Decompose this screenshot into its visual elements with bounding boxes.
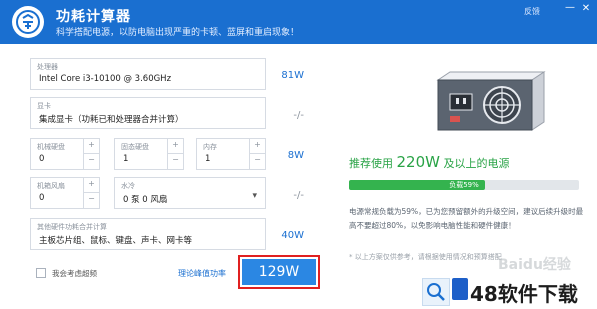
other-hardware-value: 主板芯片组、鼠标、键盘、声卡、网卡等 (39, 236, 193, 246)
total-power-value: 129W (242, 259, 316, 285)
baidu-watermark: Baidu经验 (498, 257, 571, 273)
fan-increment-button[interactable]: + (84, 178, 99, 193)
ram-value: 1 (205, 154, 211, 164)
search-button[interactable] (422, 278, 450, 306)
fan-spinner: + − (83, 178, 99, 208)
app-logo-icon (12, 6, 44, 38)
ssd-increment-button[interactable]: + (168, 139, 183, 154)
water-cooling-value: 0 泵 0 风扇 (123, 195, 168, 205)
dropdown-arrow-icon: ▾ (252, 191, 257, 201)
ram-increment-button[interactable]: + (250, 139, 265, 154)
ram-stepper[interactable]: 内存 1 + − (196, 138, 266, 170)
ssd-label: 固态硬盘 (121, 143, 149, 151)
overclock-label: 我会考虑超频 (52, 269, 97, 278)
advice-text: 电源常规负载为59%，已为您预留额外的升级空间，建议后续升级时最高不要超过80%… (349, 207, 584, 230)
cpu-label: 处理器 (37, 63, 58, 71)
load-progress-bar: 负载59% (349, 180, 579, 190)
search-icon (427, 283, 445, 301)
fan-stepper[interactable]: 机箱风扇 0 + − (30, 177, 100, 209)
ssd-decrement-button[interactable]: − (168, 154, 183, 169)
ssd-stepper[interactable]: 固态硬盘 1 + − (114, 138, 184, 170)
hdd-label: 机械硬盘 (37, 143, 65, 151)
app-subtitle: 科学搭配电源，以防电脑出现严重的卡顿、蓝屏和重启现象！ (56, 28, 300, 38)
hdd-decrement-button[interactable]: − (84, 154, 99, 169)
overclock-checkbox[interactable] (36, 268, 46, 278)
water-cooling-select[interactable]: 水冷 0 泵 0 风扇 ▾ (114, 177, 266, 209)
hdd-spinner: + − (83, 139, 99, 169)
cpu-value: Intel Core i3-10100 @ 3.60GHz (39, 74, 172, 84)
load-progress-label: 负载59% (449, 181, 479, 189)
cpu-select[interactable]: 处理器 Intel Core i3-10100 @ 3.60GHz (30, 58, 266, 90)
hdd-value: 0 (39, 154, 45, 164)
gpu-watt: -/- (293, 110, 304, 121)
recommendation-text: 推荐使用 220W 及以上的电源 (349, 153, 509, 171)
total-power-button[interactable]: 129W (238, 255, 320, 289)
other-hardware-watt: 40W (281, 230, 304, 241)
site-logo-icon (452, 278, 468, 300)
recommend-prefix: 推荐使用 (349, 157, 393, 170)
title-bar: 功耗计算器 科学搭配电源，以防电脑出现严重的卡顿、蓝屏和重启现象！ 反馈 — ✕ (0, 0, 597, 44)
fan-label: 机箱风扇 (37, 182, 65, 190)
close-button[interactable]: ✕ (580, 3, 592, 15)
recommend-suffix: 及以上的电源 (443, 157, 510, 170)
recommend-watt: 220W (396, 153, 440, 171)
other-hardware-field[interactable]: 其他硬件功耗合并计算 主板芯片组、鼠标、键盘、声卡、网卡等 (30, 218, 266, 250)
fan-value: 0 (39, 193, 45, 203)
hdd-increment-button[interactable]: + (84, 139, 99, 154)
gpu-select[interactable]: 显卡 集成显卡（功耗已和处理器合并计算） (30, 97, 266, 129)
ssd-spinner: + − (167, 139, 183, 169)
site-watermark: 48软件下载 (470, 282, 578, 306)
gpu-value: 集成显卡（功耗已和处理器合并计算） (39, 115, 184, 125)
ssd-value: 1 (123, 154, 129, 164)
water-cooling-watt: -/- (293, 190, 304, 201)
cpu-watt: 81W (281, 70, 304, 81)
ram-spinner: + − (249, 139, 265, 169)
psu-icon (420, 70, 550, 142)
other-hardware-label: 其他硬件功耗合并计算 (37, 223, 107, 231)
minimize-button[interactable]: — (564, 3, 576, 15)
hdd-stepper[interactable]: 机械硬盘 0 + − (30, 138, 100, 170)
app-title: 功耗计算器 (56, 9, 131, 25)
disclaimer-note: * 以上方案仅供参考，请根据使用情况和预算搭配 (349, 253, 502, 261)
theory-peak-power-link[interactable]: 理论峰值功率 (178, 268, 226, 279)
ram-watt: 8W (287, 150, 304, 161)
ram-label: 内存 (203, 143, 217, 151)
gpu-label: 显卡 (37, 102, 51, 110)
feedback-link[interactable]: 反馈 (524, 6, 540, 17)
fan-decrement-button[interactable]: − (84, 193, 99, 208)
ram-decrement-button[interactable]: − (250, 154, 265, 169)
water-cooling-label: 水冷 (121, 182, 135, 190)
